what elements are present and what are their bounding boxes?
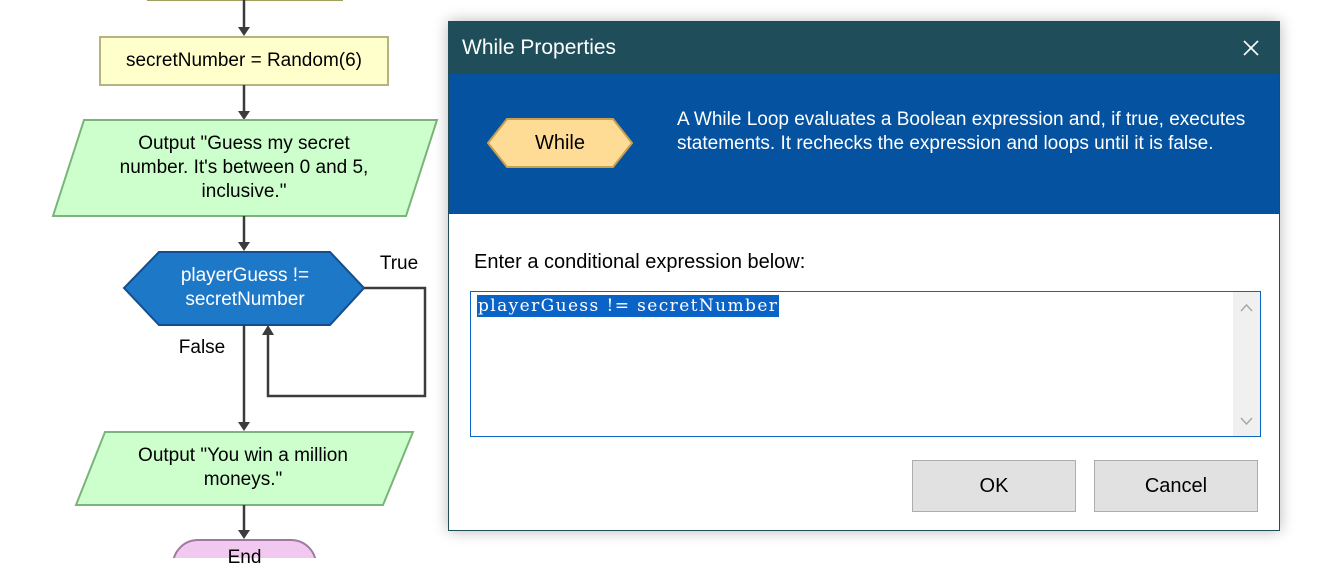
while-properties-dialog: While Properties While A While Loop eval… [448,21,1280,531]
dialog-title: While Properties [462,36,617,59]
close-button[interactable] [1231,28,1271,68]
arrow-head [238,27,250,36]
ok-button[interactable]: OK [912,460,1076,512]
while-shape-label: While [534,132,585,154]
arrow-head [238,111,250,120]
vertical-scrollbar[interactable] [1233,292,1260,436]
assign-block-label: secretNumber = Random(6) [125,50,362,71]
while-shape-preview: While [486,118,634,173]
arrow-head [238,242,250,251]
end-block-label: End [227,547,262,568]
close-icon [1243,40,1259,56]
output-block-2-label: Output "You win a million moneys." [138,445,348,490]
arrow-head [262,325,274,335]
output-block-1-label: Output "Guess my secret number. It's bet… [119,133,369,202]
while-block-label: playerGuess != secretNumber [180,265,310,310]
info-header: While A While Loop evaluates a Boolean e… [449,74,1279,214]
expression-value[interactable]: playerGuess != secretNumber [477,295,780,317]
true-label: True [379,253,419,274]
expression-prompt: Enter a conditional expression below: [474,251,806,273]
chevron-up-icon[interactable] [1233,295,1260,321]
chevron-down-icon[interactable] [1233,408,1260,434]
false-label: False [178,337,226,358]
arrow-head [238,422,250,431]
expression-input[interactable]: playerGuess != secretNumber [470,291,1261,437]
title-bar[interactable]: While Properties [449,22,1279,74]
cancel-button[interactable]: Cancel [1094,460,1258,512]
description-text: A While Loop evaluates a Boolean express… [677,109,1246,154]
arrow-head [238,530,250,539]
